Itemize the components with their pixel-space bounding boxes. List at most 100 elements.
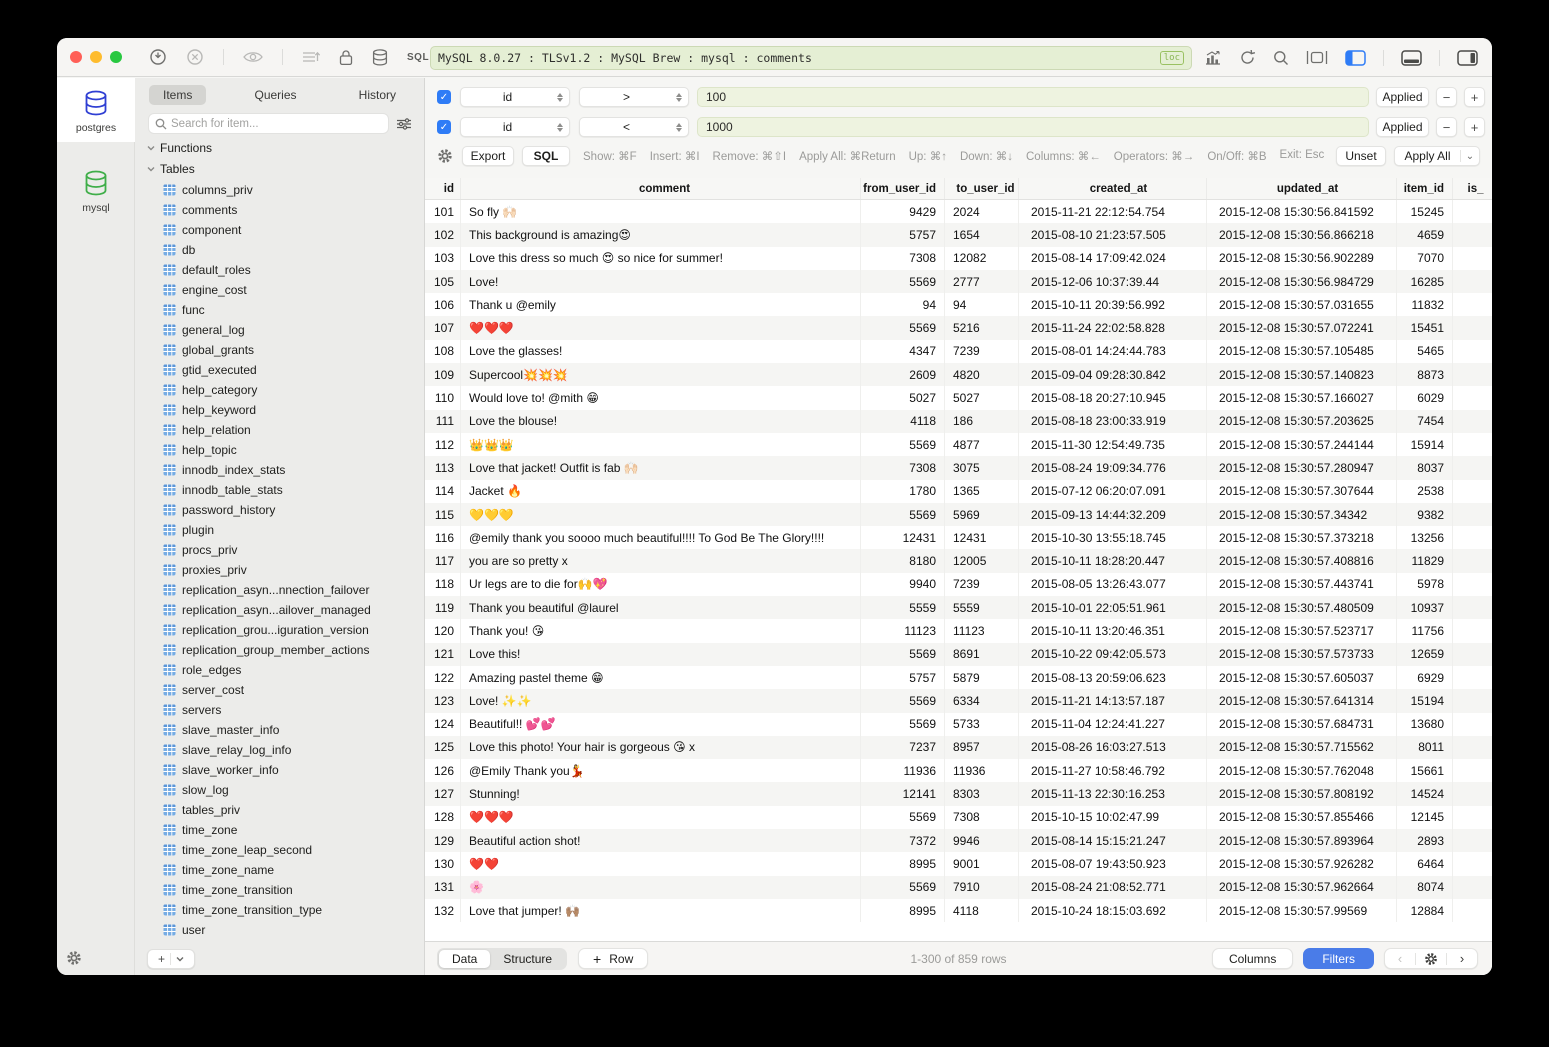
cell-id[interactable]: 117 — [425, 549, 461, 572]
cell-is[interactable] — [1453, 899, 1492, 922]
cell-from-user-id[interactable]: 5757 — [861, 666, 945, 689]
filter-operator-select[interactable]: < — [579, 117, 689, 137]
filters-button[interactable]: Filters — [1303, 948, 1374, 969]
cell-updated-at[interactable]: 2015-12-08 15:30:57.573733 — [1207, 643, 1397, 666]
cell-id[interactable]: 119 — [425, 596, 461, 619]
cell-id[interactable]: 105 — [425, 270, 461, 293]
table-row[interactable]: 119 Thank you beautiful @laurel 5559 555… — [425, 596, 1492, 619]
column-header-id[interactable]: id — [425, 178, 461, 199]
cell-id[interactable]: 103 — [425, 247, 461, 270]
cell-created-at[interactable]: 2015-10-30 13:55:18.745 — [1019, 526, 1207, 549]
zoom-window-button[interactable] — [110, 51, 122, 63]
table-row[interactable]: 108 Love the glasses! 4347 7239 2015-08-… — [425, 340, 1492, 363]
cell-from-user-id[interactable]: 12431 — [861, 526, 945, 549]
cell-updated-at[interactable]: 2015-12-08 15:30:57.762048 — [1207, 759, 1397, 782]
cell-is[interactable] — [1453, 503, 1492, 526]
table-row[interactable]: 106 Thank u @emily 94 94 2015-10-11 20:3… — [425, 293, 1492, 316]
cell-is[interactable] — [1453, 782, 1492, 805]
cell-item-id[interactable]: 6029 — [1397, 386, 1453, 409]
cell-comment[interactable]: Beautiful action shot! — [461, 829, 861, 852]
sidebar-table-item[interactable]: help_keyword — [135, 400, 424, 420]
cell-created-at[interactable]: 2015-08-10 21:23:57.505 — [1019, 223, 1207, 246]
cell-to-user-id[interactable]: 8957 — [945, 736, 1019, 759]
cell-comment[interactable]: Love this! — [461, 643, 861, 666]
table-row[interactable]: 130 ❤️❤️ 8995 9001 2015-08-07 19:43:50.9… — [425, 852, 1492, 875]
cell-to-user-id[interactable]: 2024 — [945, 200, 1019, 223]
cell-is[interactable] — [1453, 666, 1492, 689]
cell-id[interactable]: 113 — [425, 456, 461, 479]
cell-comment[interactable]: 💛💛💛 — [461, 503, 861, 526]
cell-created-at[interactable]: 2015-08-14 15:15:21.247 — [1019, 829, 1207, 852]
cell-to-user-id[interactable]: 11936 — [945, 759, 1019, 782]
cell-updated-at[interactable]: 2015-12-08 15:30:57.855466 — [1207, 806, 1397, 829]
cell-to-user-id[interactable]: 2777 — [945, 270, 1019, 293]
cell-comment[interactable]: Thank you beautiful @laurel — [461, 596, 861, 619]
table-row[interactable]: 120 Thank you! 😘 11123 11123 2015-10-11 … — [425, 619, 1492, 642]
cell-is[interactable] — [1453, 410, 1492, 433]
cell-to-user-id[interactable]: 4877 — [945, 433, 1019, 456]
connection-mysql[interactable]: mysql — [57, 158, 135, 222]
cell-updated-at[interactable]: 2015-12-08 15:30:56.984729 — [1207, 270, 1397, 293]
cell-from-user-id[interactable]: 11936 — [861, 759, 945, 782]
cell-is[interactable] — [1453, 526, 1492, 549]
cell-item-id[interactable]: 5465 — [1397, 340, 1453, 363]
cell-item-id[interactable]: 15914 — [1397, 433, 1453, 456]
sidebar-table-item[interactable]: global_grants — [135, 340, 424, 360]
cell-updated-at[interactable]: 2015-12-08 15:30:57.99569 — [1207, 899, 1397, 922]
sidebar-table-item[interactable]: component — [135, 220, 424, 240]
cell-to-user-id[interactable]: 4820 — [945, 363, 1019, 386]
cell-is[interactable] — [1453, 689, 1492, 712]
cell-created-at[interactable]: 2015-08-14 17:09:42.024 — [1019, 247, 1207, 270]
filter-operator-select[interactable]: > — [579, 87, 689, 107]
filter-sliders-icon[interactable] — [396, 117, 412, 131]
cell-created-at[interactable]: 2015-08-05 13:26:43.077 — [1019, 573, 1207, 596]
cell-from-user-id[interactable]: 1780 — [861, 480, 945, 503]
cell-id[interactable]: 124 — [425, 713, 461, 736]
sidebar-table-item[interactable]: gtid_executed — [135, 360, 424, 380]
sidebar-table-item[interactable]: plugin — [135, 520, 424, 540]
table-row[interactable]: 122 Amazing pastel theme 😁 5757 5879 201… — [425, 666, 1492, 689]
sidebar-table-item[interactable]: time_zone_leap_second — [135, 840, 424, 860]
cell-updated-at[interactable]: 2015-12-08 15:30:57.893964 — [1207, 829, 1397, 852]
minimize-window-button[interactable] — [90, 51, 102, 63]
cell-is[interactable] — [1453, 829, 1492, 852]
sidebar-table-item[interactable]: replication_asyn...ailover_managed — [135, 600, 424, 620]
cell-is[interactable] — [1453, 852, 1492, 875]
cell-item-id[interactable]: 10937 — [1397, 596, 1453, 619]
cell-id[interactable]: 122 — [425, 666, 461, 689]
cell-is[interactable] — [1453, 223, 1492, 246]
cell-id[interactable]: 126 — [425, 759, 461, 782]
cell-is[interactable] — [1453, 759, 1492, 782]
section-tables[interactable]: Tables — [135, 157, 424, 178]
cell-is[interactable] — [1453, 596, 1492, 619]
cell-to-user-id[interactable]: 9946 — [945, 829, 1019, 852]
cell-comment[interactable]: Love this photo! Your hair is gorgeous 😘… — [461, 736, 861, 759]
cell-from-user-id[interactable]: 9429 — [861, 200, 945, 223]
cell-created-at[interactable]: 2015-10-24 18:15:03.692 — [1019, 899, 1207, 922]
add-row-button[interactable]: + Row — [578, 948, 648, 969]
cell-is[interactable] — [1453, 386, 1492, 409]
tab-history[interactable]: History — [345, 85, 410, 105]
cell-id[interactable]: 102 — [425, 223, 461, 246]
sidebar-table-item[interactable]: engine_cost — [135, 280, 424, 300]
cell-comment[interactable]: Supercool💥💥💥 — [461, 363, 861, 386]
column-header-created-at[interactable]: created_at — [1019, 178, 1207, 199]
cell-comment[interactable]: Love the blouse! — [461, 410, 861, 433]
cell-to-user-id[interactable]: 5879 — [945, 666, 1019, 689]
cell-item-id[interactable]: 15194 — [1397, 689, 1453, 712]
add-item-button[interactable]: + — [147, 949, 195, 969]
cell-created-at[interactable]: 2015-10-22 09:42:05.573 — [1019, 643, 1207, 666]
item-search-field[interactable] — [148, 113, 389, 134]
tab-queries[interactable]: Queries — [240, 85, 310, 105]
cell-is[interactable] — [1453, 433, 1492, 456]
table-row[interactable]: 127 Stunning! 12141 8303 2015-11-13 22:3… — [425, 782, 1492, 805]
cell-id[interactable]: 101 — [425, 200, 461, 223]
cell-item-id[interactable]: 13680 — [1397, 713, 1453, 736]
cell-item-id[interactable]: 7454 — [1397, 410, 1453, 433]
sidebar-table-item[interactable]: replication_asyn...nnection_failover — [135, 580, 424, 600]
sidebar-table-item[interactable]: comments — [135, 200, 424, 220]
column-header-from-user-id[interactable]: from_user_id — [861, 178, 945, 199]
log-icon[interactable] — [302, 50, 320, 65]
sidebar-table-item[interactable]: replication_group_member_actions — [135, 640, 424, 660]
cell-updated-at[interactable]: 2015-12-08 15:30:57.641314 — [1207, 689, 1397, 712]
